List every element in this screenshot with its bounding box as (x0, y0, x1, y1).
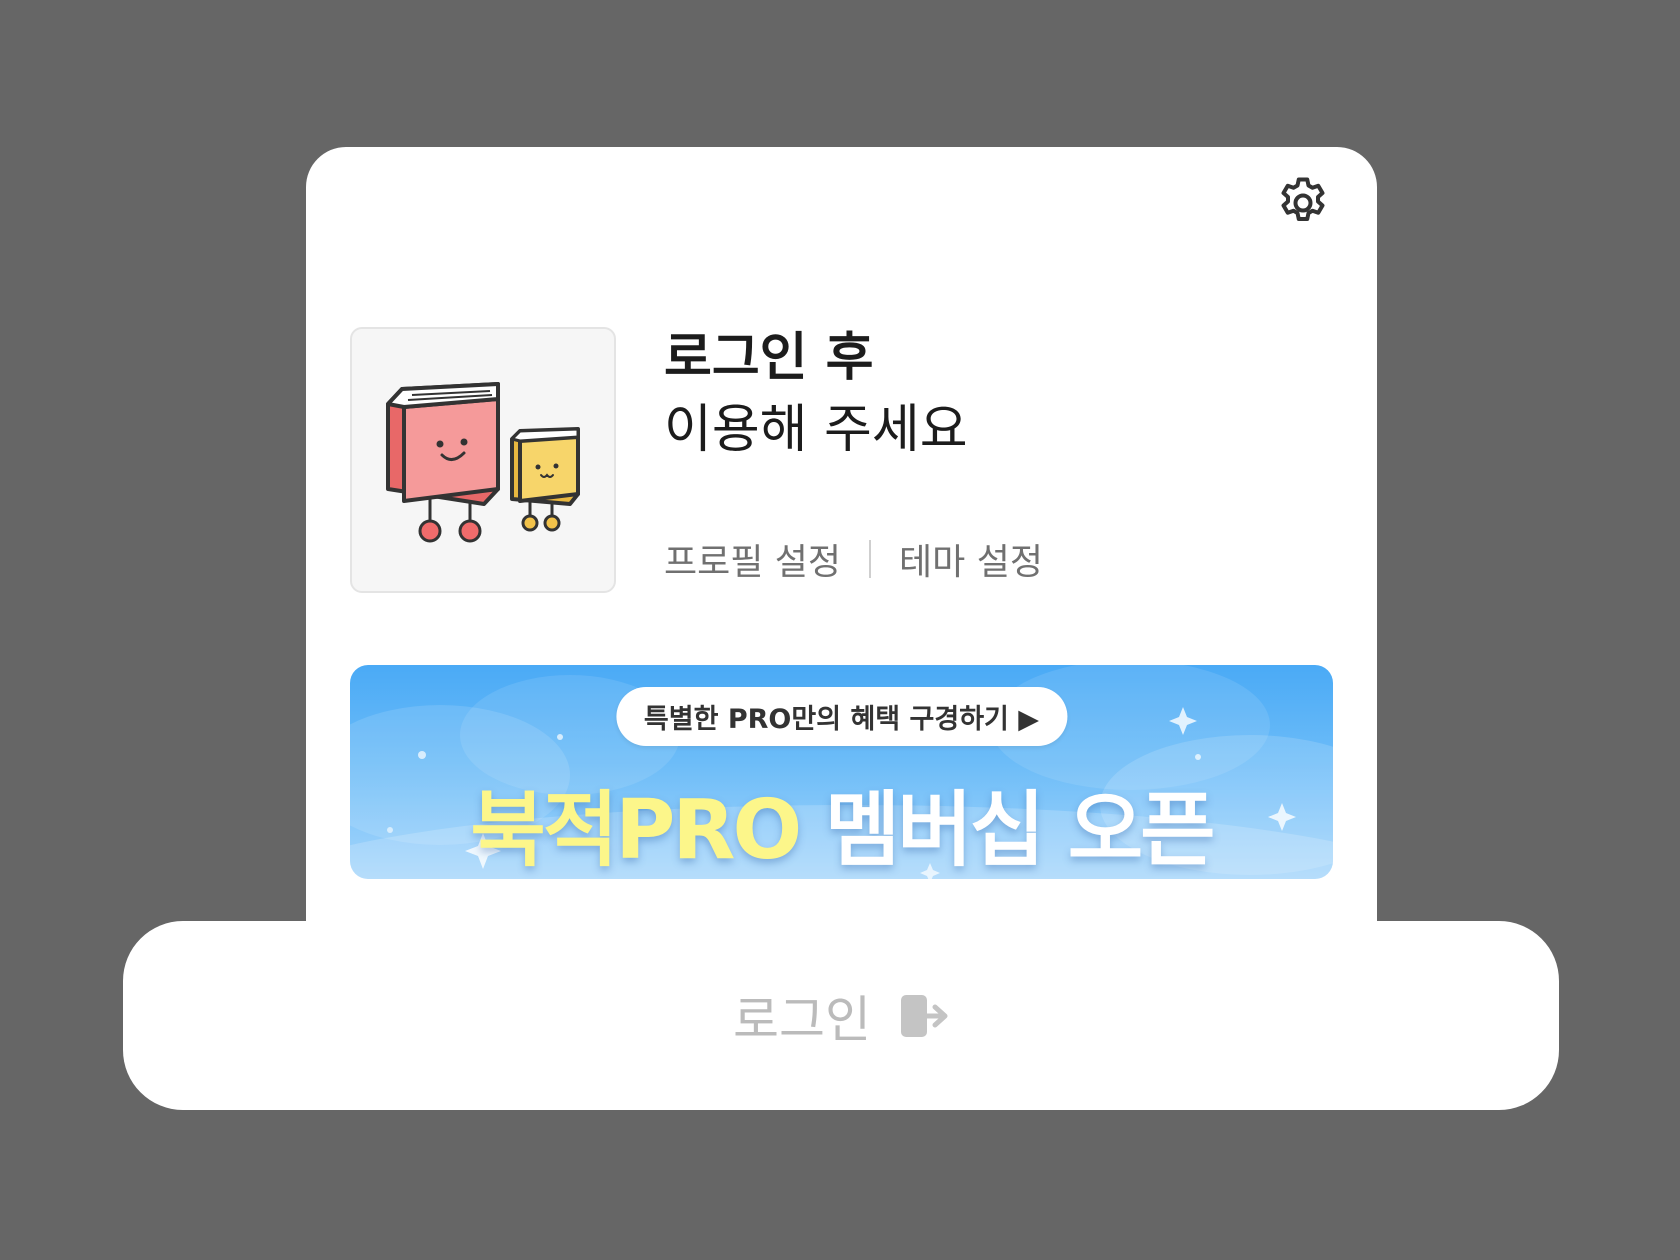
login-required-message: 로그인 후 이용해 주세요 (664, 322, 968, 466)
message-line-1: 로그인 후 (664, 328, 874, 388)
avatar (350, 327, 616, 593)
login-button-label: 로그인 (733, 990, 871, 1049)
message-line-2: 이용해 주세요 (664, 400, 968, 460)
login-button[interactable]: 로그인 (733, 980, 949, 1052)
profile-settings-link[interactable]: 프로필 설정 (664, 533, 841, 585)
banner-title-rest: 멤버십 오픈 (824, 783, 1216, 878)
settings-button[interactable] (1271, 171, 1335, 235)
profile-card: 로그인 후 이용해 주세요 프로필 설정 테마 설정 특별한 PRO만의 혜택 … (306, 147, 1377, 947)
theme-settings-link[interactable]: 테마 설정 (899, 533, 1043, 585)
banner-title: 북적PRO 멤버십 오픈 (350, 763, 1333, 879)
settings-links: 프로필 설정 테마 설정 (664, 533, 1043, 585)
pro-membership-banner[interactable]: 특별한 PRO만의 혜택 구경하기 ▶ 북적PRO 멤버십 오픈 (350, 665, 1333, 879)
banner-title-highlight: 북적PRO (470, 783, 802, 878)
banner-cta-pill: 특별한 PRO만의 혜택 구경하기 ▶ (615, 687, 1068, 746)
login-arrow-icon (899, 991, 949, 1041)
bottom-action-bar: 로그인 (123, 921, 1559, 1110)
link-divider (869, 540, 872, 578)
gear-icon (1281, 177, 1325, 221)
book-characters-illustration (386, 382, 580, 543)
